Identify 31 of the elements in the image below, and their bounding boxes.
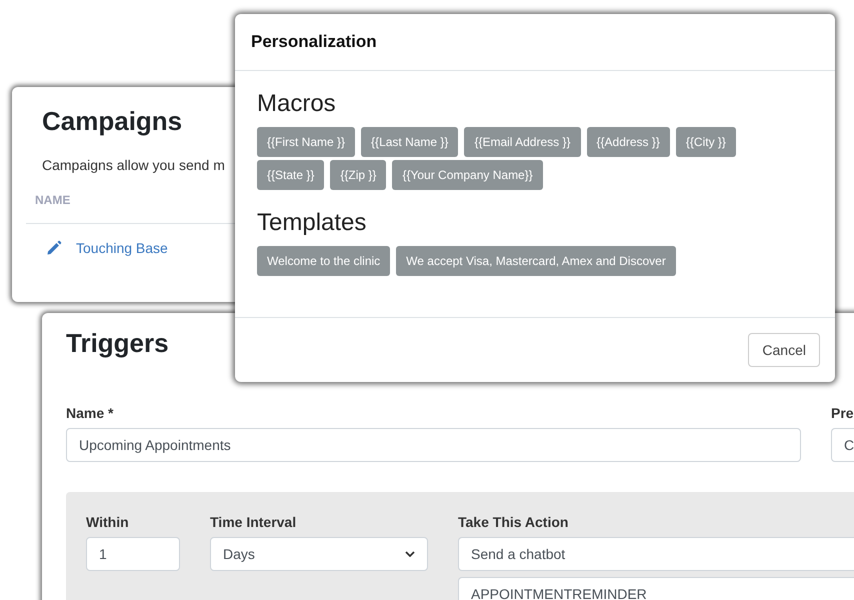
field-label: Take This Action	[458, 514, 570, 530]
insert-button[interactable]: {{Email Address }}	[464, 127, 581, 157]
field-label: Name *	[66, 405, 114, 421]
dropdown[interactable]: Send a chatbot	[458, 537, 854, 571]
field-label: Time Interval	[210, 514, 298, 530]
number-field[interactable]: 1	[86, 537, 180, 571]
insert-button[interactable]: {{City }}	[676, 127, 736, 157]
insert-button[interactable]: {{Address }}	[586, 127, 670, 157]
text-field[interactable]: Upcoming Appointments	[66, 428, 801, 462]
campaign-link[interactable]: Touching Base	[76, 240, 168, 256]
dialog-title: Personalization	[251, 32, 377, 52]
insert-button[interactable]: {{State }}	[257, 160, 324, 190]
description-text: Campaigns allow you send m	[42, 157, 226, 173]
dropdown[interactable]: Days	[210, 537, 428, 571]
insert-button[interactable]: Welcome to the clinic	[257, 246, 390, 276]
insert-button[interactable]: {{Zip }}	[330, 160, 386, 190]
column-header: NAME	[35, 193, 70, 207]
text-field[interactable]: C	[831, 428, 854, 462]
insert-button[interactable]: {{First Name }}	[257, 127, 356, 157]
insert-button[interactable]: {{Your Company Name}}	[392, 160, 543, 190]
field-label: Pre	[831, 405, 854, 421]
section-heading: Macros	[257, 89, 337, 119]
section-heading: Templates	[257, 208, 368, 238]
field-label: Within	[86, 514, 130, 530]
pencil-icon[interactable]	[46, 240, 62, 256]
text-field[interactable]: APPOINTMENTREMINDER	[458, 577, 854, 600]
page-title: Triggers	[66, 327, 169, 359]
insert-button[interactable]: We accept Visa, Mastercard, Amex and Discover	[396, 246, 676, 276]
insert-button[interactable]: {{Last Name }}	[361, 127, 458, 157]
cancel-button[interactable]: Cancel	[748, 333, 820, 367]
chevron-icon	[405, 551, 415, 557]
